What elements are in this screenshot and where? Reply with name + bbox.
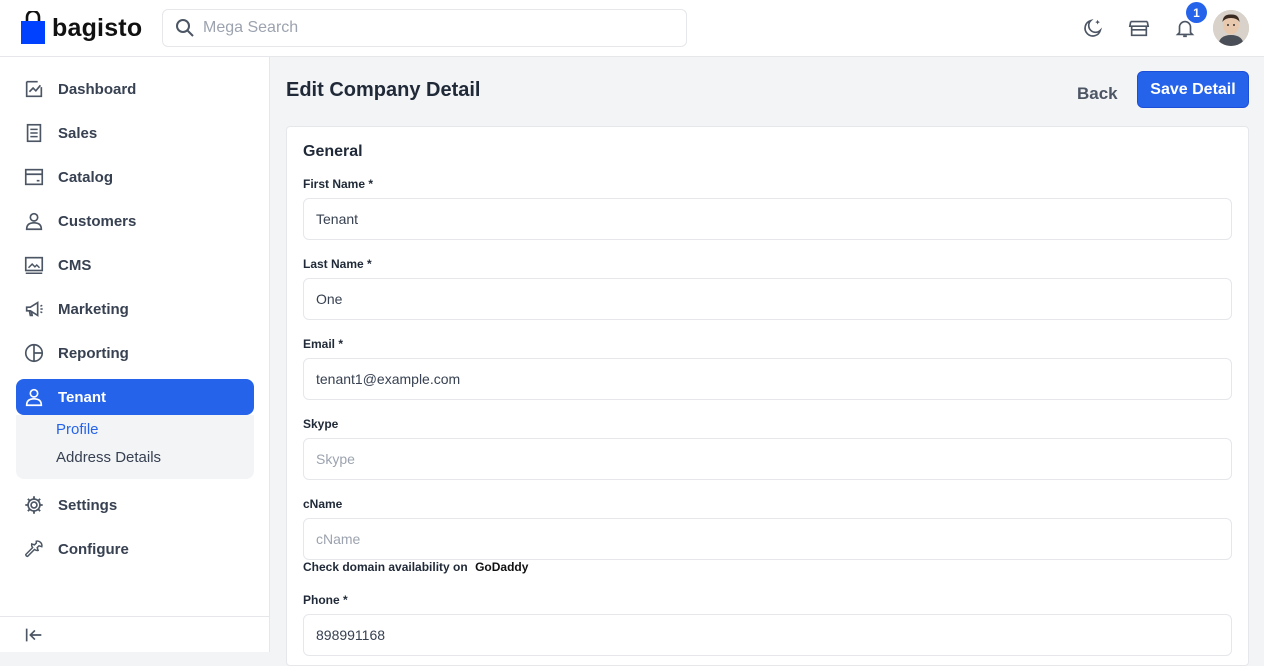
sidebar-item-marketing[interactable]: Marketing — [16, 291, 254, 327]
godaddy-link[interactable]: GoDaddy — [475, 560, 528, 574]
mega-search[interactable] — [162, 9, 687, 47]
storefront-link[interactable] — [1127, 16, 1151, 40]
reporting-icon — [22, 341, 46, 365]
sidebar-item-customers[interactable]: Customers — [16, 203, 254, 239]
skype-field[interactable] — [303, 438, 1232, 480]
sidebar-item-tenant[interactable]: Tenant — [16, 379, 254, 415]
avatar-image — [1213, 10, 1249, 46]
cname-field[interactable] — [303, 518, 1232, 560]
sidebar-footer — [0, 616, 269, 652]
sidebar-item-settings[interactable]: Settings — [16, 487, 254, 523]
first-name-label: First Name * — [303, 177, 374, 191]
sidebar-item-reporting[interactable]: Reporting — [16, 335, 254, 371]
sidebar-item-label: Reporting — [58, 344, 129, 362]
sidebar-item-label: Sales — [58, 124, 98, 142]
email-label: Email * — [303, 337, 344, 351]
sidebar-item-label: Configure — [58, 540, 129, 558]
sidebar: Dashboard Sales Catalog Customers CMS Ma… — [0, 57, 270, 652]
notification-badge: 1 — [1186, 2, 1207, 23]
sidebar-item-label: Dashboard — [58, 80, 137, 98]
search-icon — [176, 19, 194, 37]
phone-field[interactable] — [303, 614, 1232, 656]
phone-label: Phone * — [303, 593, 348, 607]
sidebar-item-label: Tenant — [58, 388, 107, 406]
main-content: Edit Company Detail Back Save Detail Gen… — [271, 57, 1264, 666]
sidebar-item-cms[interactable]: CMS — [16, 247, 254, 283]
sidebar-item-dashboard[interactable]: Dashboard — [16, 71, 254, 107]
cname-label: cName — [303, 497, 343, 511]
top-bar: bagisto 1 — [0, 0, 1264, 57]
back-button[interactable]: Back — [1067, 77, 1128, 111]
cms-icon — [22, 253, 46, 277]
last-name-field[interactable] — [303, 278, 1232, 320]
submenu-item-address-details[interactable]: Address Details — [56, 449, 161, 466]
brand-logo[interactable]: bagisto — [20, 10, 142, 46]
dark-mode-toggle[interactable] — [1081, 16, 1105, 40]
sidebar-item-configure[interactable]: Configure — [16, 531, 254, 567]
configure-icon — [22, 537, 46, 561]
marketing-icon — [22, 297, 46, 321]
sidebar-item-sales[interactable]: Sales — [16, 115, 254, 151]
email-field[interactable] — [303, 358, 1232, 400]
domain-hint: Check domain availability on GoDaddy — [303, 560, 528, 574]
brand-name: bagisto — [52, 13, 143, 42]
search-input[interactable] — [203, 19, 653, 37]
page-title: Edit Company Detail — [286, 79, 481, 101]
dashboard-icon — [22, 77, 46, 101]
user-avatar[interactable] — [1213, 10, 1249, 46]
submenu-item-profile[interactable]: Profile — [56, 421, 99, 438]
section-title: General — [303, 143, 363, 160]
moon-icon — [1084, 18, 1103, 37]
sidebar-item-label: Marketing — [58, 300, 129, 318]
sidebar-item-label: Catalog — [58, 168, 114, 186]
store-icon — [1128, 20, 1150, 37]
sidebar-item-label: Customers — [58, 212, 137, 230]
skype-label: Skype — [303, 417, 339, 431]
sidebar-item-label: Settings — [58, 496, 118, 514]
first-name-field[interactable] — [303, 198, 1232, 240]
save-detail-button[interactable]: Save Detail — [1137, 71, 1249, 108]
sidebar-item-label: CMS — [58, 256, 92, 274]
last-name-label: Last Name * — [303, 257, 372, 271]
sidebar-item-catalog[interactable]: Catalog — [16, 159, 254, 195]
tenant-icon — [22, 385, 46, 409]
general-card: General First Name * Last Name * Email *… — [286, 126, 1249, 666]
domain-hint-text: Check domain availability on — [303, 560, 468, 574]
customers-icon — [22, 209, 46, 233]
shopping-bag-icon — [21, 11, 45, 44]
catalog-icon — [22, 165, 46, 189]
settings-icon — [22, 493, 46, 517]
sales-icon — [22, 121, 46, 145]
collapse-sidebar-icon[interactable] — [22, 623, 46, 647]
tenant-submenu: Profile Address Details — [16, 415, 254, 479]
